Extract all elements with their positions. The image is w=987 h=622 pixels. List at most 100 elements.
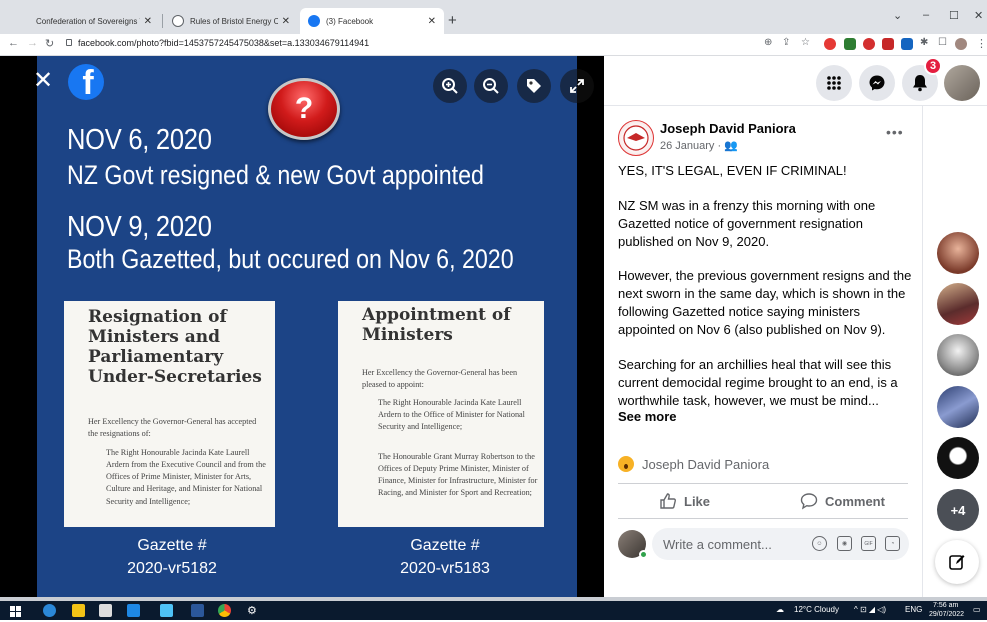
extension-red-icon[interactable]	[824, 38, 836, 50]
extension-opera-icon[interactable]	[863, 38, 875, 50]
tab-close-icon[interactable]: ✕	[282, 16, 290, 27]
edge-icon[interactable]	[43, 604, 56, 617]
tag-icon[interactable]	[517, 69, 551, 103]
more-options-icon[interactable]: •••	[886, 124, 904, 140]
camera-icon[interactable]: ◉	[837, 536, 852, 551]
card-body-2: The Honourable Grant Murray Robertson to…	[378, 452, 538, 498]
menu-grid-icon[interactable]	[816, 65, 852, 101]
minimize-icon[interactable]: –	[923, 9, 929, 21]
emoji-icon[interactable]: ☺	[812, 536, 827, 551]
thumbs-up-icon	[660, 493, 676, 509]
zoom-icon[interactable]: ⊕	[764, 37, 772, 48]
url-field[interactable]: facebook.com/photo?fbid=1453757245475038…	[78, 38, 369, 48]
mail-icon[interactable]	[127, 604, 140, 617]
card-title: Appointment of Ministers	[362, 305, 511, 346]
gazette-number: 2020-vr5183	[400, 560, 490, 578]
clock-date[interactable]: 29/07/2022	[929, 611, 964, 618]
notification-center-icon[interactable]: ▭	[973, 605, 981, 614]
gazette-label: Gazette #	[137, 537, 207, 554]
bookmark-star-icon[interactable]: ☆	[801, 37, 810, 48]
zoom-out-icon[interactable]	[474, 69, 508, 103]
new-tab-button[interactable]: +	[448, 12, 457, 29]
contact-avatar[interactable]	[937, 437, 979, 479]
gazette-ref-right: Gazette # 2020-vr5183	[370, 534, 520, 580]
tray-icons[interactable]: ^ ⊡ ◢ ◁)	[854, 605, 886, 614]
sticker-icon[interactable]: ◔	[885, 536, 900, 551]
tab-confederation[interactable]: Confederation of Sovereigns Wo ✕	[28, 8, 160, 34]
like-button[interactable]: Like	[659, 490, 710, 512]
weather-text[interactable]: 12°C Cloudy	[794, 605, 839, 614]
slide-date-1: NOV 6, 2020	[67, 124, 212, 156]
lock-icon	[66, 39, 72, 46]
zoom-in-icon[interactable]	[433, 69, 467, 103]
post-paragraph-4: Searching for an archillies heal that wi…	[618, 357, 898, 408]
facebook-favicon-icon	[308, 15, 320, 27]
tab-close-icon[interactable]: ✕	[144, 16, 152, 27]
forward-icon[interactable]: →	[27, 37, 38, 49]
extension-shield-icon[interactable]	[882, 38, 894, 50]
contact-avatar[interactable]	[937, 283, 979, 325]
author-avatar[interactable]	[618, 120, 654, 156]
facebook-logo-icon[interactable]: f	[68, 64, 104, 100]
browser-tab-bar: Confederation of Sovereigns Wo ✕ Rules o…	[0, 0, 987, 34]
extension-blue-icon[interactable]	[901, 38, 913, 50]
comment-label: Comment	[825, 493, 885, 509]
settings-gear-icon[interactable]: ⚙	[247, 604, 260, 617]
author-name[interactable]: Joseph David Paniora	[660, 121, 796, 136]
share-icon[interactable]: ⇪	[782, 37, 790, 48]
gazette-ref-left: Gazette # 2020-vr5182	[97, 534, 247, 580]
post-timestamp[interactable]: 26 January · 👥	[660, 139, 738, 152]
extension-green-icon[interactable]	[844, 38, 856, 50]
tab-title: Confederation of Sovereigns Wo	[36, 16, 140, 26]
window-close-icon[interactable]: ✕	[974, 9, 983, 22]
card-intro: Her Excellency the Governor-General has …	[88, 417, 257, 439]
language-indicator[interactable]: ENG	[905, 605, 922, 614]
post-panel: Joseph David Paniora 26 January · 👥 ••• …	[604, 106, 922, 597]
tab-search-icon[interactable]: ⌄	[893, 9, 902, 22]
see-more-link[interactable]: See more	[618, 409, 677, 424]
slide-date-2: NOV 9, 2020	[67, 211, 212, 243]
online-status-dot	[639, 550, 648, 559]
profile-avatar-icon[interactable]	[955, 38, 967, 50]
sidepanel-icon[interactable]: ☐	[938, 37, 947, 48]
new-message-button[interactable]	[935, 540, 979, 584]
comment-button[interactable]: Comment	[800, 490, 885, 512]
store-icon[interactable]	[99, 604, 112, 617]
gif-icon[interactable]: GIF	[861, 536, 876, 551]
tab-bristol-energy[interactable]: Rules of Bristol Energy Cooperati ✕	[164, 8, 298, 34]
chrome-icon[interactable]	[218, 604, 231, 617]
back-icon[interactable]: ←	[8, 37, 19, 49]
reload-icon[interactable]: ↻	[45, 37, 54, 50]
tab-facebook[interactable]: (3) Facebook ✕	[300, 8, 444, 34]
more-contacts-button[interactable]: +4	[937, 489, 979, 531]
tab-close-icon[interactable]: ✕	[428, 16, 436, 27]
gazette-card-resignation: Resignation of Ministers and Parliamenta…	[64, 301, 275, 527]
reaction-summary[interactable]: Joseph David Paniora	[618, 456, 769, 472]
post-paragraph-2: NZ SM was in a frenzy this morning with …	[618, 198, 876, 249]
card-body-1: The Right Honourable Jacinda Kate Laurel…	[378, 398, 525, 432]
card-body: The Right Honourable Jacinda Kate Laurel…	[106, 448, 266, 506]
question-mark-icon: ?	[268, 78, 340, 140]
photos-icon[interactable]	[160, 604, 173, 617]
contact-avatar[interactable]	[937, 232, 979, 274]
file-explorer-icon[interactable]	[72, 604, 85, 617]
windows-start-icon[interactable]	[10, 604, 23, 617]
weather-cloud-icon[interactable]: ☁	[776, 605, 784, 614]
account-avatar[interactable]	[944, 65, 980, 101]
post-paragraph-1: YES, IT'S LEGAL, EVEN IF CRIMINAL!	[618, 163, 847, 178]
contact-avatar[interactable]	[937, 334, 979, 376]
contact-avatar[interactable]	[937, 386, 979, 428]
maximize-icon[interactable]: ☐	[949, 9, 959, 22]
messenger-icon[interactable]	[859, 65, 895, 101]
browser-menu-icon[interactable]: ⋮	[976, 37, 987, 50]
extensions-puzzle-icon[interactable]: ✱	[920, 37, 928, 48]
windows-taskbar: ⚙ ☁ 12°C Cloudy ^ ⊡ ◢ ◁) ENG 7:56 am 29/…	[0, 601, 987, 620]
word-icon[interactable]	[191, 604, 204, 617]
notification-count-badge: 3	[924, 57, 942, 75]
slide-line-2: Both Gazetted, but occured on Nov 6, 202…	[67, 244, 514, 274]
close-viewer-button[interactable]: ✕	[33, 66, 53, 95]
comment-input[interactable]: Write a comment... ☺ ◉ GIF ◔	[652, 528, 909, 560]
comment-placeholder: Write a comment...	[663, 536, 772, 552]
clock-time[interactable]: 7:56 am	[933, 602, 958, 609]
fullscreen-icon[interactable]	[560, 69, 594, 103]
